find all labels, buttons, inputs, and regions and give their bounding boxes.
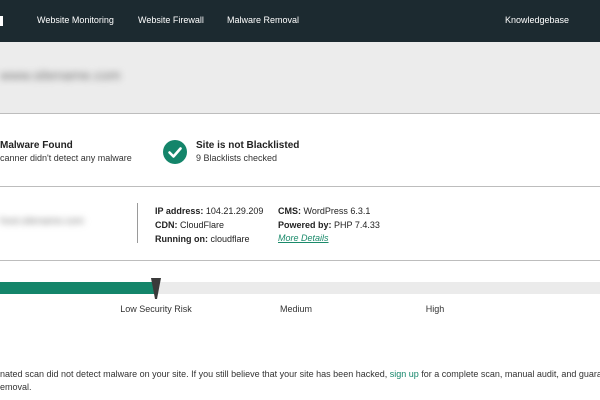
ip-address-row: IP address: 104.21.29.209 <box>155 206 264 216</box>
check-circle-icon <box>163 140 187 164</box>
malware-status-title: Malware Found <box>0 140 73 151</box>
scan-summary-text: nated scan did not detect malware on you… <box>0 369 600 379</box>
risk-label-high: High <box>425 304 445 314</box>
nav-malware-removal[interactable]: Malware Removal <box>227 15 299 25</box>
site-hostname-blurred: host.sitename.com <box>0 216 84 227</box>
powered-by-row: Powered by: PHP 7.4.33 <box>278 220 380 230</box>
divider <box>0 260 600 261</box>
malware-status-subtitle: canner didn't detect any malware <box>0 153 132 163</box>
risk-marker-icon <box>151 278 161 299</box>
divider <box>0 113 600 114</box>
cms-row: CMS: WordPress 6.3.1 <box>278 206 371 216</box>
powered-by-value: PHP 7.4.33 <box>334 220 380 230</box>
vertical-divider <box>137 203 138 243</box>
divider <box>0 186 600 187</box>
nav-knowledgebase[interactable]: Knowledgebase <box>505 15 569 25</box>
nav-website-monitoring[interactable]: Website Monitoring <box>37 15 114 25</box>
sign-up-link[interactable]: sign up <box>390 369 419 379</box>
cms-value: WordPress 6.3.1 <box>303 206 371 216</box>
blacklist-status-subtitle: 9 Blacklists checked <box>196 153 278 163</box>
running-on-value: cloudflare <box>210 234 250 244</box>
running-on-row: Running on: cloudflare <box>155 234 250 244</box>
logo-icon[interactable] <box>0 16 4 26</box>
nav-website-firewall[interactable]: Website Firewall <box>138 15 204 25</box>
cdn-row: CDN: CloudFlare <box>155 220 225 230</box>
security-risk-fill <box>0 282 156 294</box>
risk-label-medium: Medium <box>279 304 313 314</box>
ip-address-value: 104.21.29.209 <box>205 206 264 216</box>
security-risk-meter <box>0 282 600 294</box>
scanned-site-url: www.sitename.com <box>0 67 121 83</box>
more-details-link[interactable]: More Details <box>278 233 329 243</box>
blacklist-status-title: Site is not Blacklisted <box>196 140 300 151</box>
cdn-value: CloudFlare <box>180 220 225 230</box>
risk-label-low: Low Security Risk <box>120 304 192 314</box>
scan-summary-text-continued: emoval. <box>0 382 32 392</box>
top-navigation: Website Monitoring Website Firewall Malw… <box>0 0 600 42</box>
